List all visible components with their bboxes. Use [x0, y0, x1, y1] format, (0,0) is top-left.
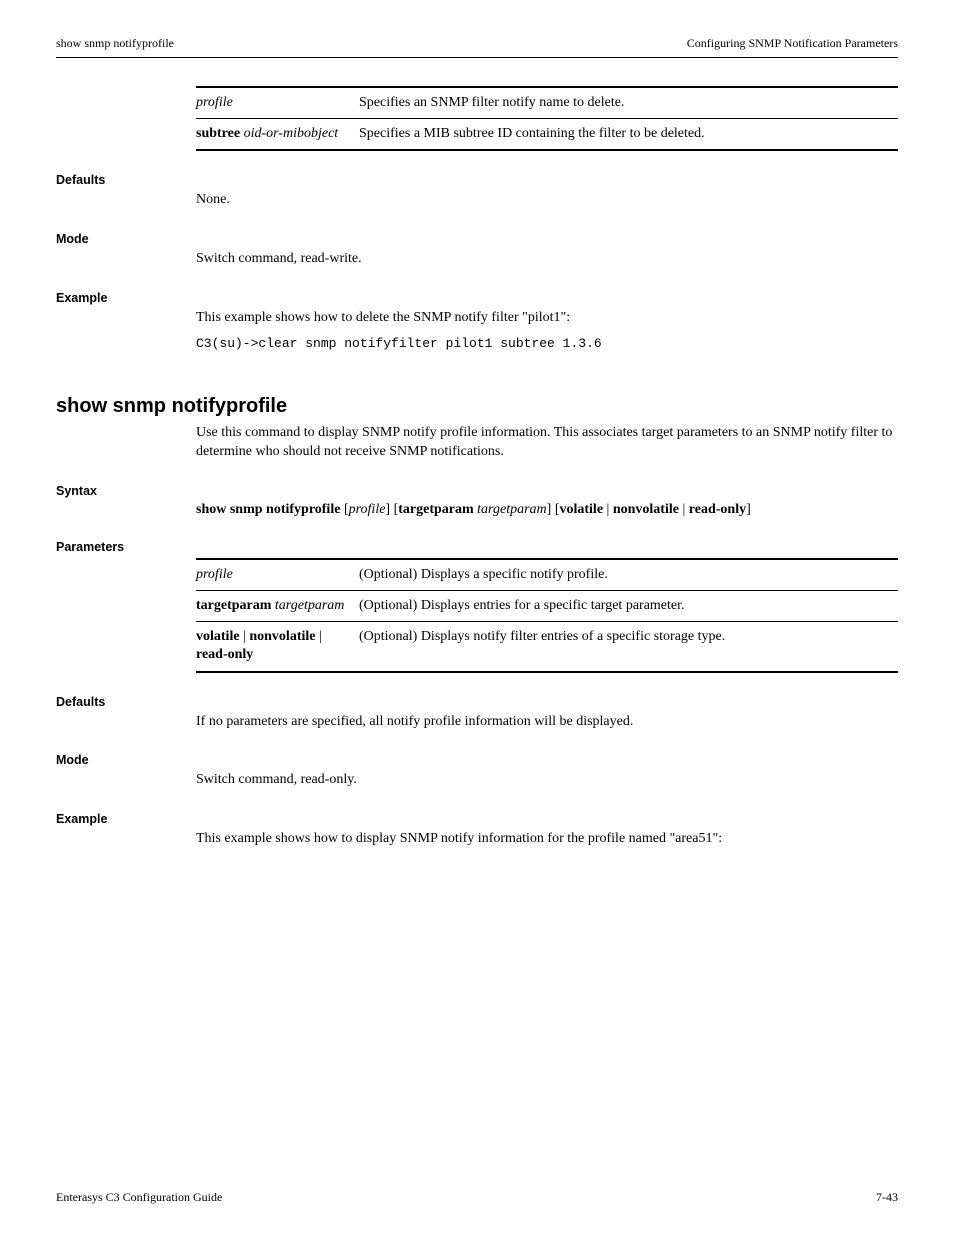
defaults-text: None. [196, 191, 898, 210]
param-name: targetparam targetparam [196, 591, 359, 622]
param-desc: (Optional) Displays notify filter entrie… [359, 622, 898, 672]
table-row: profile Specifies an SNMP filter notify … [196, 87, 898, 119]
running-head-right: Configuring SNMP Notification Parameters [687, 36, 898, 51]
parameters-label: Parameters [56, 540, 898, 554]
command-heading: show snmp notifyprofile [56, 395, 898, 418]
example-text: This example shows how to delete the SNM… [196, 309, 898, 328]
example-label: Example [56, 291, 898, 305]
footer-left: Enterasys C3 Configuration Guide [56, 1190, 222, 1205]
param-name: profile [196, 87, 359, 119]
page-footer: Enterasys C3 Configuration Guide 7-43 [56, 1190, 898, 1205]
param-desc: Specifies a MIB subtree ID containing th… [359, 119, 898, 151]
mode-text: Switch command, read-write. [196, 250, 898, 269]
mode-label: Mode [56, 232, 898, 246]
running-head: show snmp notifyprofile Configuring SNMP… [56, 36, 898, 58]
table-row: subtree oid-or-mibobject Specifies a MIB… [196, 119, 898, 151]
syntax-line: show snmp notifyprofile [profile] [targe… [196, 502, 898, 518]
params-table-show: profile (Optional) Displays a specific n… [196, 558, 898, 673]
mode-text-2: Switch command, read-only. [196, 771, 898, 790]
footer-right: 7-43 [876, 1190, 898, 1205]
command-desc: Use this command to display SNMP notify … [196, 424, 898, 462]
param-desc: (Optional) Displays a specific notify pr… [359, 559, 898, 591]
syntax-label: Syntax [56, 484, 898, 498]
params-table-clear: profile Specifies an SNMP filter notify … [196, 86, 898, 151]
defaults-text-2: If no parameters are specified, all noti… [196, 713, 898, 732]
param-name: volatile | nonvolatile | read-only [196, 622, 359, 672]
example-code: C3(su)->clear snmp notifyfilter pilot1 s… [196, 336, 898, 351]
table-row: profile (Optional) Displays a specific n… [196, 559, 898, 591]
running-head-left: show snmp notifyprofile [56, 36, 174, 51]
mode-label-2: Mode [56, 753, 898, 767]
table-row: volatile | nonvolatile | read-only (Opti… [196, 622, 898, 672]
param-name: subtree oid-or-mibobject [196, 119, 359, 151]
table-row: targetparam targetparam (Optional) Displ… [196, 591, 898, 622]
param-desc: Specifies an SNMP filter notify name to … [359, 87, 898, 119]
example-text-2: This example shows how to display SNMP n… [196, 830, 898, 849]
param-desc: (Optional) Displays entries for a specif… [359, 591, 898, 622]
defaults-label-2: Defaults [56, 695, 898, 709]
defaults-label: Defaults [56, 173, 898, 187]
param-name: profile [196, 559, 359, 591]
example-label-2: Example [56, 812, 898, 826]
